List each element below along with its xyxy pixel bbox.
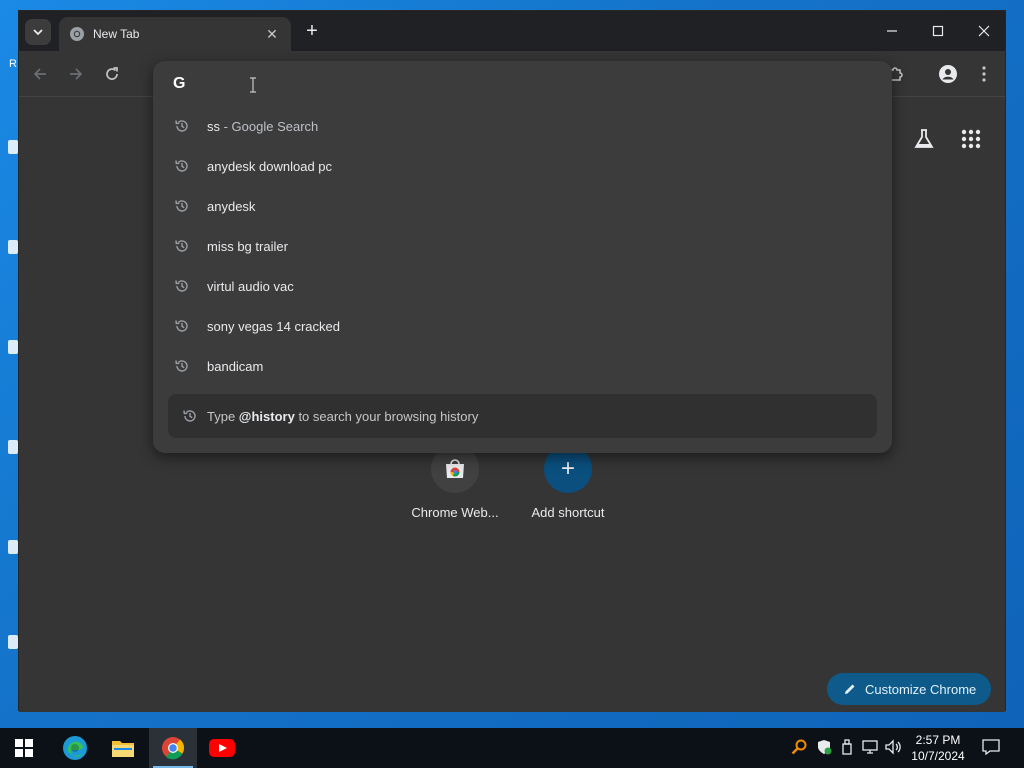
avatar-icon [939, 65, 957, 83]
clock-date: 10/7/2024 [911, 749, 965, 763]
file-explorer-icon [112, 741, 134, 757]
pencil-icon [843, 682, 857, 696]
arrow-right-icon [70, 68, 83, 80]
tray-network-icon[interactable] [861, 738, 879, 756]
new-tab-button[interactable]: + [301, 20, 323, 42]
profile-button[interactable] [935, 61, 961, 87]
start-button[interactable] [0, 728, 48, 768]
edge-icon [63, 736, 87, 760]
arrow-left-icon [33, 68, 46, 80]
more-vert-icon [982, 66, 986, 82]
desktop-icon-partial[interactable] [8, 540, 18, 554]
tray-search-icon[interactable] [790, 738, 808, 756]
text-cursor-icon [250, 77, 256, 93]
omnibox-dropdown: G ss - Google Search anydesk download pc a… [153, 61, 892, 453]
history-icon [175, 200, 188, 212]
apps-grid-icon[interactable] [961, 129, 981, 149]
omnibox-suggestion[interactable]: ss - Google Search [153, 106, 892, 146]
back-button[interactable] [27, 61, 53, 87]
forward-button[interactable] [63, 61, 89, 87]
suggestion-text: virtul audio vac [207, 278, 294, 294]
history-icon [175, 320, 188, 332]
tray-volume-icon[interactable] [884, 738, 902, 756]
history-icon [175, 160, 188, 172]
chevron-down-icon [33, 29, 43, 36]
tray-security-icon[interactable] [815, 738, 833, 756]
speaker-icon [885, 739, 901, 755]
notification-icon [982, 739, 1000, 755]
omnibox-suggestion[interactable]: anydesk [153, 186, 892, 226]
history-icon [183, 410, 196, 422]
omnibox-suggestion[interactable]: bandicam [153, 346, 892, 386]
suggestion-text: anydesk [207, 198, 256, 214]
shortcut-add[interactable]: + Add shortcut [513, 445, 623, 520]
magnifier-icon [791, 739, 807, 755]
labs-flask-icon[interactable] [913, 128, 935, 150]
taskbar-app-youtube[interactable] [198, 728, 246, 768]
clock-time: 2:57 PM [915, 733, 961, 747]
desktop-icon-partial[interactable] [8, 440, 18, 454]
usb-drive-icon [842, 739, 852, 755]
shield-icon [818, 740, 832, 755]
suggestion-text: bandicam [207, 358, 264, 374]
taskbar-app-file-explorer[interactable] [99, 728, 147, 768]
omnibox-input[interactable]: G [153, 61, 892, 107]
network-icon [862, 740, 878, 754]
customize-chrome-button[interactable]: Customize Chrome [827, 673, 991, 705]
history-icon [175, 120, 188, 132]
history-hint-text: Type @history to search your browsing hi… [207, 408, 479, 424]
taskbar-clock[interactable]: 2:57 PM 10/7/2024 [906, 732, 970, 764]
suggestion-text: anydesk download pc [207, 158, 333, 174]
maximize-icon [932, 25, 944, 37]
tab-new-tab[interactable]: New Tab ✕ [59, 17, 291, 51]
shortcut-label: Add shortcut [531, 505, 605, 520]
taskbar-app-chrome[interactable] [149, 728, 197, 768]
suggestion-text: ss - Google Search [207, 118, 319, 134]
reload-button[interactable] [99, 61, 125, 87]
shortcut-label: Chrome Web... [411, 505, 499, 520]
windows-taskbar: 2:57 PM 10/7/2024 [0, 728, 1024, 768]
desktop-icon-partial[interactable] [8, 240, 18, 254]
chrome-icon [162, 737, 185, 760]
google-g-icon: G [173, 75, 186, 92]
youtube-icon [209, 739, 235, 757]
menu-button[interactable] [971, 61, 997, 87]
tray-usb-icon[interactable] [838, 738, 856, 756]
tab-title: New Tab [93, 27, 140, 41]
omnibox-suggestion[interactable]: anydesk download pc [153, 146, 892, 186]
history-icon [175, 240, 188, 252]
taskbar-app-edge[interactable] [51, 728, 99, 768]
web-store-icon [446, 459, 464, 478]
omnibox-suggestion[interactable]: miss bg trailer [153, 226, 892, 266]
minimize-icon [887, 30, 897, 32]
maximize-button[interactable] [915, 17, 961, 45]
desktop-icon-partial[interactable] [8, 340, 18, 354]
windows-start-icon [15, 739, 33, 757]
customize-label: Customize Chrome [865, 681, 977, 697]
chrome-window: New Tab ✕ + g [18, 10, 1006, 712]
minimize-button[interactable] [869, 17, 915, 45]
tab-search-button[interactable] [25, 19, 51, 45]
desktop-icon-partial[interactable] [8, 635, 18, 649]
history-icon [175, 360, 188, 372]
desktop-icon-partial[interactable]: R [9, 58, 17, 70]
chrome-icon [70, 27, 84, 41]
desktop-icon-partial[interactable] [8, 140, 18, 154]
shortcut-chrome-web-store[interactable]: Chrome Web... [400, 445, 510, 520]
reload-icon [106, 67, 118, 80]
close-icon [978, 25, 990, 37]
plus-icon: + [560, 455, 575, 482]
tab-strip: New Tab ✕ + [19, 11, 1005, 51]
suggestion-text: sony vegas 14 cracked [207, 318, 340, 334]
omnibox-suggestion[interactable]: sony vegas 14 cracked [153, 306, 892, 346]
history-hint-row[interactable]: Type @history to search your browsing hi… [168, 394, 877, 438]
close-icon[interactable]: ✕ [263, 26, 281, 43]
action-center-button[interactable] [982, 738, 1000, 756]
close-window-button[interactable] [961, 17, 1007, 45]
omnibox-suggestion[interactable]: virtul audio vac [153, 266, 892, 306]
suggestion-text: miss bg trailer [207, 238, 288, 254]
history-icon [175, 280, 188, 292]
